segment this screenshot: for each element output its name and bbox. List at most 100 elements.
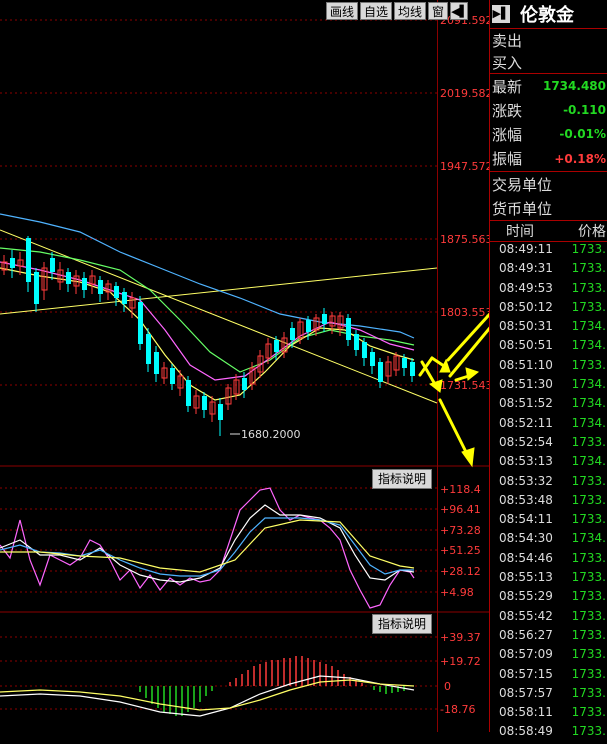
price-tick: 1803.553: [440, 306, 489, 319]
trade-price: 1733.: [571, 299, 606, 314]
trade-price: 1734.: [571, 319, 606, 334]
latest-label: 最新: [492, 77, 523, 96]
trade-time: 08:54:11: [499, 512, 553, 527]
trade-price: 1734.: [571, 415, 606, 430]
indicator-tick: +73.28: [440, 524, 481, 537]
self-select-button[interactable]: 自选: [360, 2, 393, 20]
trade-price: 1733.: [571, 570, 606, 585]
trade-time: 08:55:29: [499, 589, 553, 604]
trade-time: 08:49:11: [499, 242, 553, 256]
price-tick: 1731.543: [440, 379, 489, 392]
trade-price: 1733.: [571, 685, 606, 700]
indicator-1: [0, 487, 415, 609]
change-pct-label: 涨幅: [492, 125, 523, 144]
trade-time: 08:57:15: [499, 666, 553, 681]
indicator-tick: 0: [444, 680, 451, 693]
currency-unit-label: 货币单位: [492, 199, 553, 218]
indicator-tick: +118.4: [440, 483, 481, 496]
change-value: -0.110: [563, 103, 606, 117]
expand-panel-icon[interactable]: ◀▌: [450, 2, 469, 20]
indicator-tick: +51.25: [440, 544, 481, 557]
trade-row: 08:50:12 1733.: [490, 300, 607, 319]
panel-collapse-icon[interactable]: ▶▌: [492, 5, 510, 23]
trade-price: 1733.: [571, 666, 606, 681]
trade-row: 08:51:30 1734.: [490, 377, 607, 396]
price-tick: 1947.572: [440, 160, 489, 173]
trade-price: 1733.: [571, 357, 606, 372]
trade-price: 1733.: [571, 512, 606, 527]
low-label: 1680.2000: [241, 428, 301, 441]
trade-row: 08:52:11 1734.: [490, 416, 607, 435]
trade-price: 1733.: [571, 280, 606, 295]
trade-time: 08:51:10: [499, 357, 553, 372]
price-axis: 2091.592 2019.582 1947.572 1875.563 1803…: [440, 14, 493, 392]
trade-row: 08:50:51 1734.: [490, 338, 607, 357]
indicator-2-explain-button[interactable]: 指标说明: [372, 614, 432, 634]
change-label: 涨跌: [492, 101, 523, 120]
trade-row: 08:53:32 1733.: [490, 474, 607, 493]
panel-header: ▶▌ 伦敦金: [490, 0, 607, 29]
trade-price: 1733.: [571, 242, 606, 256]
trade-time: 08:53:32: [499, 473, 553, 488]
trade-price: 1733.: [571, 647, 606, 662]
trade-unit-label: 交易单位: [492, 175, 553, 194]
indicator-tick: +39.37: [440, 631, 481, 644]
trade-time: 08:55:42: [499, 608, 553, 623]
instrument-title: 伦敦金: [520, 5, 574, 26]
indicator-1-explain-button[interactable]: 指标说明: [372, 469, 432, 489]
trade-row: 08:51:52 1734.: [490, 396, 607, 415]
candles: [1, 236, 415, 436]
trade-row: 08:56:27 1733.: [490, 628, 607, 647]
change-row: 涨跌 -0.110: [490, 98, 607, 122]
indicator-2-axis: +39.37 +19.72 0 -18.76: [440, 631, 481, 716]
trade-row: 08:55:29 1733.: [490, 589, 607, 608]
amplitude-row: 振幅 +0.18%: [490, 146, 607, 172]
change-pct-value: -0.01%: [559, 127, 606, 141]
indicator-tick: +4.98: [440, 586, 474, 599]
trade-price: 1733.: [571, 261, 606, 276]
trade-price: 1733.: [571, 473, 606, 488]
sell-label: 卖出: [492, 31, 523, 50]
trade-price: 1733.: [571, 627, 606, 642]
latest-value: 1734.480: [542, 79, 606, 93]
moving-average-button[interactable]: 均线: [394, 2, 427, 20]
trade-row: 08:54:30 1734.: [490, 531, 607, 550]
trade-time: 08:56:27: [499, 627, 553, 642]
trade-row: 08:49:31 1733.: [490, 261, 607, 280]
price-tick: 1875.563: [440, 233, 489, 246]
trade-row: 08:55:13 1733.: [490, 570, 607, 589]
trade-row: 08:58:11 1733.: [490, 705, 607, 724]
draw-line-button[interactable]: 画线: [326, 2, 359, 20]
trade-time: 08:53:13: [499, 454, 553, 469]
buy-row: 买入: [490, 51, 607, 74]
time-header: 时间: [506, 224, 534, 240]
sell-row: 卖出: [490, 29, 607, 51]
trade-time: 08:58:11: [499, 705, 553, 720]
trade-time: 08:57:09: [499, 647, 553, 662]
chart-toolbar: 画线 自选 均线 窗 ◀▌: [326, 2, 469, 20]
trade-time: 08:55:13: [499, 570, 553, 585]
trade-row: 08:54:46 1733.: [490, 551, 607, 570]
quote-panel: ▶▌ 伦敦金 卖出 买入 最新 1734.480 涨跌 -0.110 涨幅 -0…: [489, 0, 607, 738]
trade-price: 1733.: [571, 550, 606, 565]
trade-row: 08:52:54 1733.: [490, 435, 607, 454]
trade-list[interactable]: 08:49:11 1733. 08:49:31 1733. 08:49:53 1733. 0…: [490, 242, 607, 744]
amplitude-label: 振幅: [492, 150, 523, 168]
trade-row: 08:51:10 1733.: [490, 358, 607, 377]
chart-area[interactable]: 2091.592 2019.582 1947.572 1875.563 1803…: [0, 0, 576, 732]
trade-time: 08:54:30: [499, 531, 553, 546]
trade-row: 08:53:13 1734.: [490, 454, 607, 473]
trade-price: 1733.: [571, 589, 606, 604]
trade-time: 08:57:57: [499, 685, 553, 700]
trade-row: 08:49:53 1733.: [490, 281, 607, 300]
trade-row: 08:57:15 1733.: [490, 667, 607, 686]
trade-list-header: 时间 价格: [490, 220, 607, 242]
trade-row: 08:50:31 1734.: [490, 319, 607, 338]
trade-price: 1733.: [571, 492, 606, 507]
window-button[interactable]: 窗: [428, 2, 449, 20]
amplitude-value: +0.18%: [554, 151, 606, 166]
trade-time: 08:49:31: [499, 261, 553, 276]
trade-time: 08:51:52: [499, 396, 553, 411]
trade-price: 1733.: [571, 608, 606, 623]
trade-price: 1734.: [571, 377, 606, 392]
